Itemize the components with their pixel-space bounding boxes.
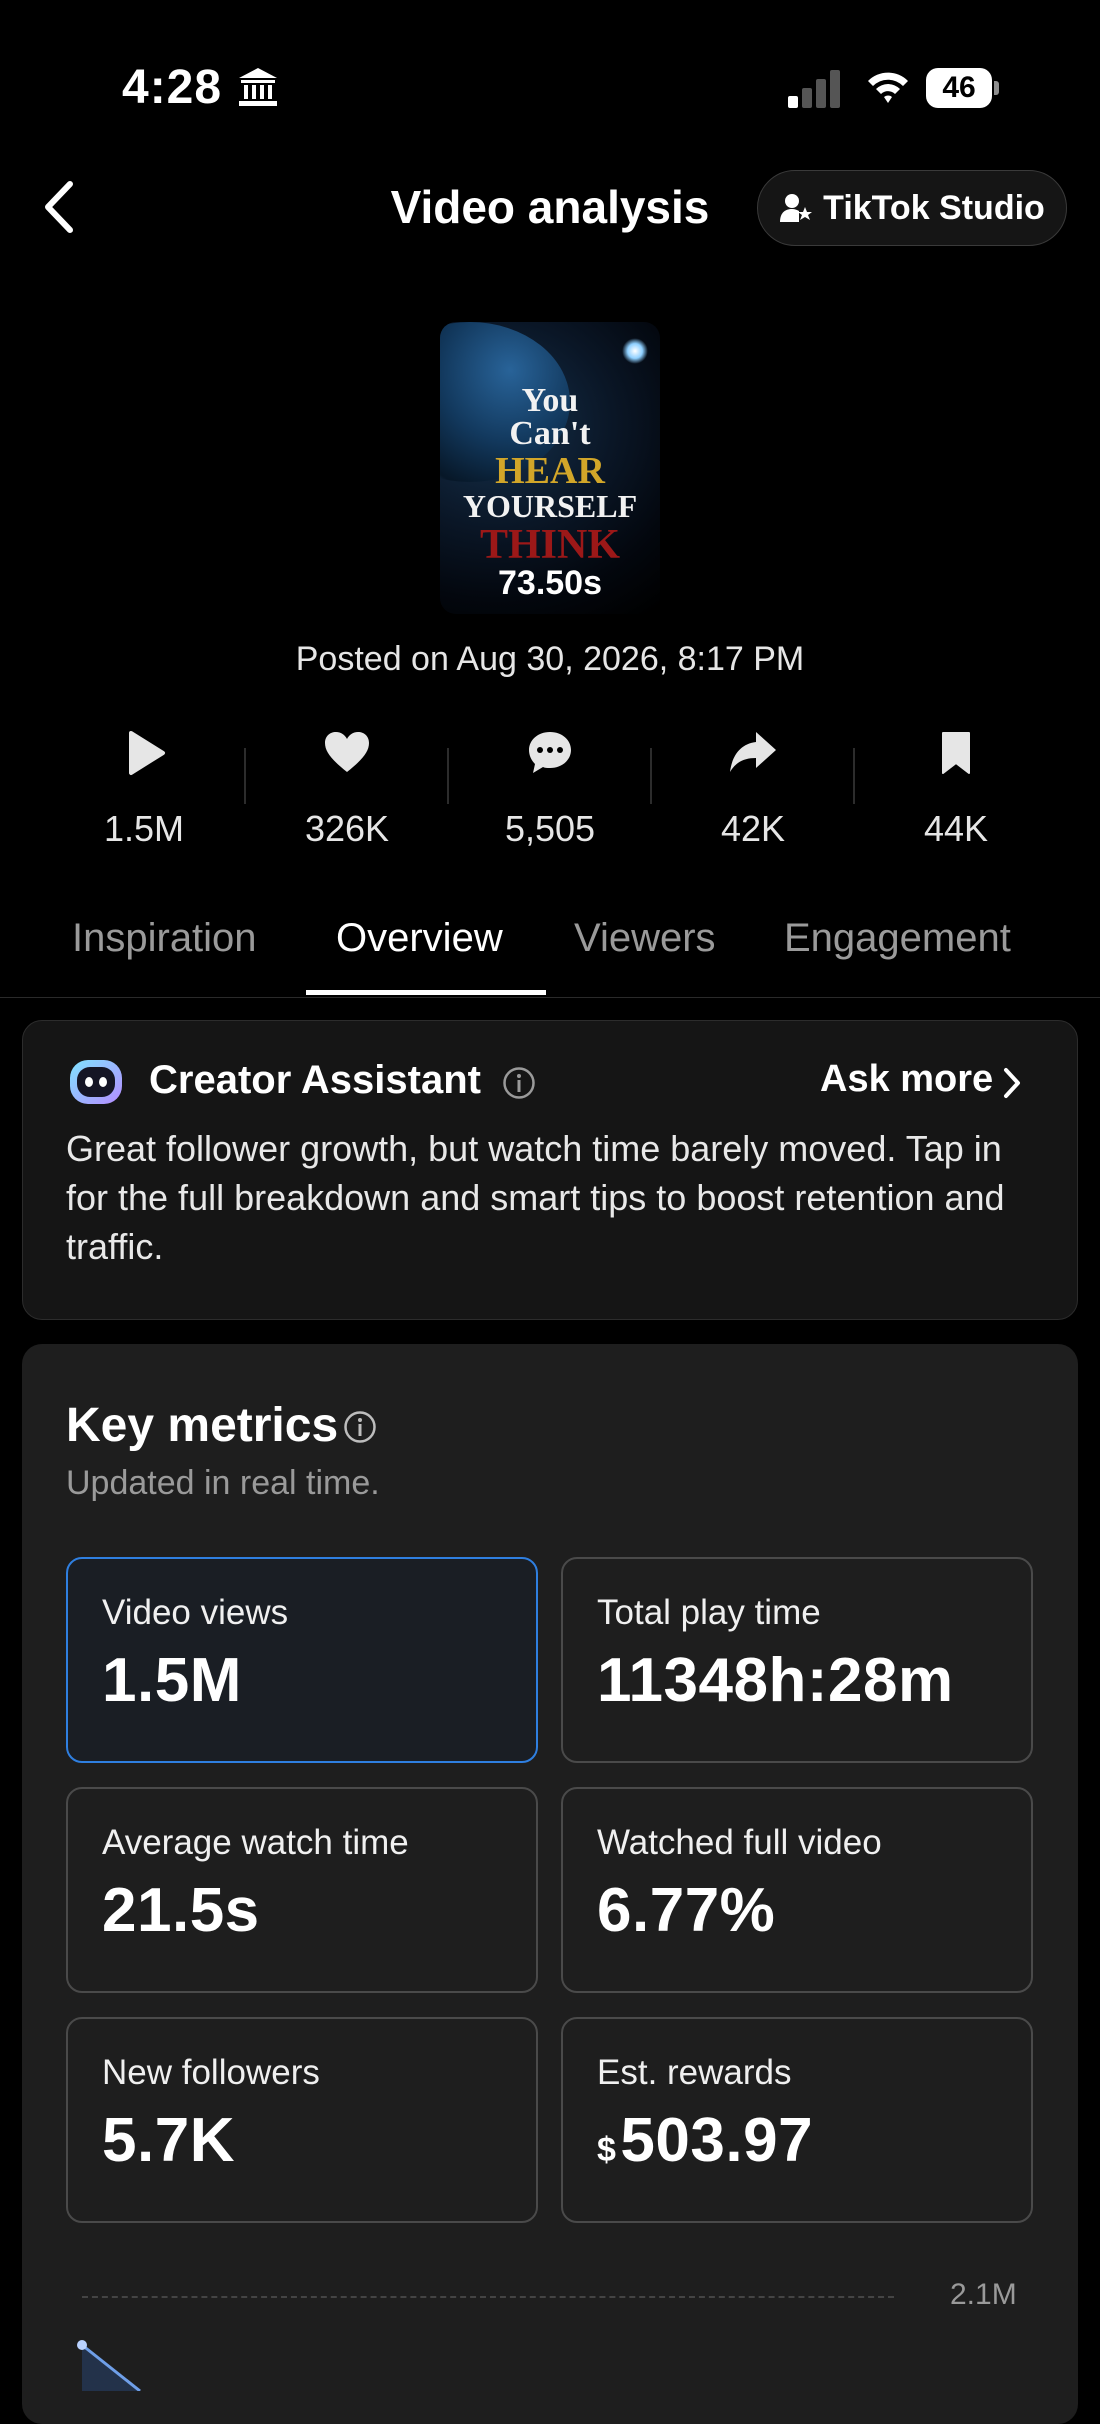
thumbnail-text-line: You [521,382,579,419]
thumbnail-text-line: HEAR [495,450,605,492]
heart-icon [325,732,369,772]
metric-tile-est-rewards[interactable]: Est. rewards $503.97 [561,2017,1033,2223]
share-icon [730,732,776,772]
tab-viewers[interactable]: Viewers [574,916,716,961]
chevron-right-icon[interactable] [1000,1066,1024,1100]
key-metrics-subtitle: Updated in real time. [66,1464,380,1502]
comment-icon [529,732,571,773]
posted-date: Posted on Aug 30, 2026, 8:17 PM [295,640,805,678]
tab-overview[interactable]: Overview [336,916,503,961]
stat-value: 326K [304,808,390,849]
stat-likes: 326K [247,728,447,850]
battery-level: 46 [926,68,992,108]
stat-value: 5,505 [504,808,596,849]
stat-comments: 5,505 [450,728,650,850]
stat-divider [853,748,855,804]
metric-amount: 503.97 [620,2106,814,2175]
info-icon[interactable] [343,1410,377,1444]
metric-value: 1.5M [102,1646,242,1715]
info-icon[interactable] [502,1066,536,1100]
stat-divider [650,748,652,804]
metric-label: New followers [102,2053,320,2092]
assistant-message: Great follower growth, but watch time ba… [66,1128,1005,1267]
assistant-title: Creator Assistant [149,1058,481,1102]
metric-label: Video views [102,1593,289,1632]
metric-value: 21.5s [102,1876,260,1945]
battery-icon: 46 [926,68,1000,108]
metric-value: 6.77% [597,1876,776,1945]
stat-value: 42K [720,808,786,849]
stat-divider [244,748,246,804]
metric-tile-watched-full-video[interactable]: Watched full video 6.77% [561,1787,1033,1993]
currency-symbol: $ [597,2131,617,2169]
tab-divider [0,997,1100,998]
video-thumbnail[interactable]: You Can't HEAR YOURSELF THINK 73.50s [440,322,660,614]
ask-more-link[interactable]: Ask more [820,1058,993,1101]
stat-value: 1.5M [103,808,185,849]
metric-tile-new-followers[interactable]: New followers 5.7K [66,2017,538,2223]
metric-label: Watched full video [597,1823,882,1862]
play-icon [129,731,165,775]
tiktok-studio-button[interactable]: TikTok Studio [757,170,1067,246]
bank-icon [239,68,277,106]
thumbnail-text-line: Can't [509,415,591,452]
status-time: 4:28 [122,61,223,114]
metric-label: Total play time [597,1593,821,1632]
bookmark-icon [942,732,970,774]
chart-max-label: 2.1M [950,2278,1017,2311]
views-trend-chart[interactable] [60,2330,200,2391]
metric-value: $503.97 [597,2105,813,2176]
thumbnail-text-line: YOURSELF [462,488,638,524]
assistant-bot-icon [70,1060,122,1104]
tab-engagement[interactable]: Engagement [784,916,1011,961]
metric-value: 11348h:28m [597,1646,954,1715]
chart-gridline [82,2296,894,2298]
stat-divider [447,748,449,804]
metric-label: Est. rewards [597,2053,792,2092]
stat-value: 44K [923,808,989,849]
stat-views: 1.5M [44,728,244,850]
stat-bookmarks: 44K [856,728,1056,850]
active-tab-indicator [306,990,546,995]
video-duration: 73.50s [498,564,602,602]
metric-tile-video-views[interactable]: Video views 1.5M [66,1557,538,1763]
tab-inspiration[interactable]: Inspiration [72,916,257,961]
metric-value: 5.7K [102,2106,235,2175]
key-metrics-title: Key metrics [66,1399,339,1452]
thumbnail-text-line: THINK [479,522,621,568]
tiktok-studio-label: TikTok Studio [823,188,1045,227]
stat-shares: 42K [653,728,853,850]
metric-tile-average-watch-time[interactable]: Average watch time 21.5s [66,1787,538,1993]
metric-tile-total-play-time[interactable]: Total play time 11348h:28m [561,1557,1033,1763]
signal-icon [788,70,840,108]
metric-label: Average watch time [102,1823,409,1862]
wifi-icon [868,72,908,103]
person-star-icon [780,194,813,222]
